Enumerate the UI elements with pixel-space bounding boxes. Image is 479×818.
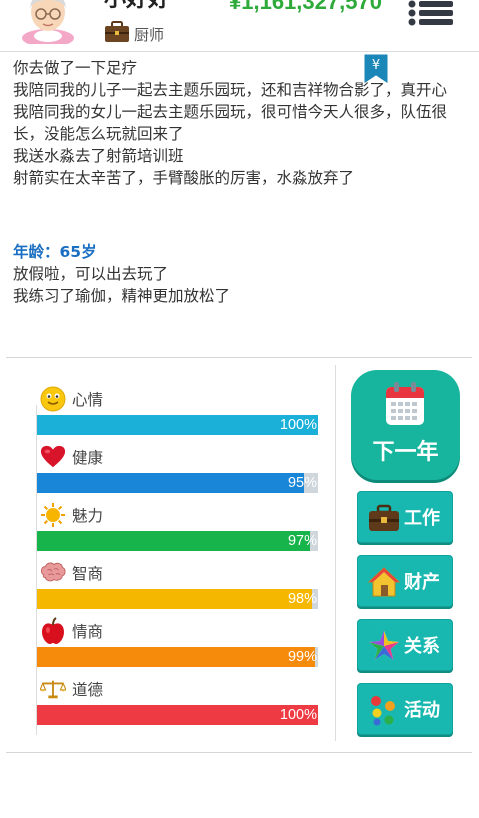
stat-bar-fill — [36, 473, 304, 493]
stat-value: 99% — [287, 649, 317, 665]
stat-value: 98% — [287, 591, 317, 607]
age-label: 年龄：65岁 — [13, 243, 97, 261]
top-header: 小好好 厨师 ¥1,161,327,570 — [0, 0, 479, 52]
property-button[interactable]: 财产 — [357, 555, 453, 607]
stat-bar-track: 95% — [36, 473, 318, 493]
apple-icon — [40, 617, 66, 644]
stat-bar-fill — [36, 647, 316, 667]
stat-bar-track: 100% — [36, 705, 318, 725]
stat-name: 情商 — [72, 623, 104, 641]
log-line: 我陪同我的女儿一起去主题乐园玩，很可惜今天人很多，队伍很长，没能怎么玩就回来了 — [13, 103, 448, 143]
log-line: 我送水淼去了射箭培训班 — [13, 147, 184, 165]
stat-bar-fill — [36, 531, 310, 551]
smiley-icon — [40, 386, 66, 412]
job-label: 厨师 — [134, 25, 165, 44]
avatar[interactable] — [18, 0, 78, 47]
stat-bar-track: 99% — [36, 647, 318, 667]
work-button[interactable]: 工作 — [357, 491, 453, 543]
activity-button[interactable]: 活动 — [357, 683, 453, 735]
stat-name: 魅力 — [72, 507, 104, 525]
brain-icon — [40, 560, 66, 586]
next-year-label: 下一年 — [372, 440, 439, 465]
stat-value: 100% — [279, 707, 317, 723]
star-icon — [368, 630, 400, 662]
briefcase-icon — [368, 502, 400, 534]
money-display: ¥1,161,327,570 — [229, 0, 382, 14]
relations-button[interactable]: 关系 — [357, 619, 453, 671]
stat-name: 智商 — [72, 565, 104, 583]
relations-label: 关系 — [404, 636, 440, 657]
stat-bar-fill — [36, 415, 318, 435]
stat-name: 健康 — [72, 449, 104, 467]
next-year-button[interactable]: 下一年 — [351, 370, 460, 480]
log-line: 我陪同我的儿子一起去主题乐园玩，还和吉祥物合影了，真开心 — [13, 81, 448, 99]
stat-bar-fill — [36, 705, 318, 725]
job-info: 厨师 — [104, 21, 165, 47]
stat-morality: 道德 100% — [36, 676, 318, 734]
work-label: 工作 — [404, 508, 440, 529]
property-label: 财产 — [404, 572, 440, 593]
stat-value: 97% — [287, 533, 317, 549]
stat-name: 心情 — [72, 391, 104, 409]
stat-bar-fill — [36, 589, 313, 609]
stat-name: 道德 — [72, 681, 104, 699]
activity-label: 活动 — [404, 700, 440, 721]
log-line: 你去做了一下足疗 — [13, 59, 138, 77]
heart-icon — [40, 444, 66, 470]
stat-mood: 心情 100% — [36, 386, 318, 444]
scales-icon — [40, 676, 66, 702]
menu-icon[interactable] — [408, 0, 454, 26]
stat-bar-track: 97% — [36, 531, 318, 551]
stat-charm: 魅力 97% — [36, 502, 318, 560]
calendar-icon — [385, 382, 425, 430]
log-line: 我练习了瑜伽，精神更加放松了 — [13, 287, 231, 305]
divider — [6, 357, 472, 358]
stat-iq: 智商 98% — [36, 560, 318, 618]
briefcase-icon — [104, 21, 130, 47]
divider — [36, 405, 37, 735]
divider — [6, 752, 472, 753]
stat-bar-track: 98% — [36, 589, 318, 609]
divider — [335, 365, 336, 741]
stat-bar-track: 100% — [36, 415, 318, 435]
log-spacer — [13, 189, 463, 241]
house-icon — [367, 566, 401, 598]
stat-value: 100% — [279, 417, 317, 433]
stat-eq: 情商 99% — [36, 617, 318, 676]
log-line: 射箭实在太辛苦了，手臂酸胀的厉害，水淼放弃了 — [13, 169, 355, 187]
stat-value: 95% — [287, 475, 317, 491]
life-log: 你去做了一下足疗 我陪同我的儿子一起去主题乐园玩，还和吉祥物合影了，真开心 我陪… — [13, 57, 463, 307]
player-name: 小好好 — [104, 0, 170, 14]
sun-icon — [40, 502, 66, 528]
activity-icon — [368, 694, 400, 726]
stat-health: 健康 95% — [36, 444, 318, 502]
log-line: 放假啦，可以出去玩了 — [13, 265, 169, 283]
